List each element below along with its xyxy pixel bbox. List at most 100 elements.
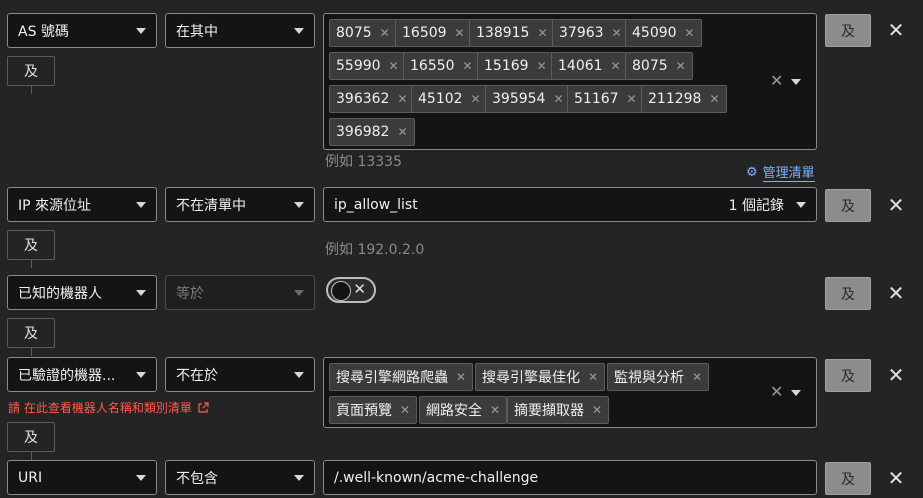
- connector-line: [31, 452, 32, 460]
- operator-select-label: 不在清單中: [176, 197, 246, 214]
- operator-select-verified-bots[interactable]: 不在於: [165, 357, 315, 392]
- tag-label: 51167: [574, 91, 619, 107]
- tag-chip: 138915 ✕: [469, 19, 555, 47]
- ip-list-count: 1 個記錄: [728, 197, 784, 214]
- close-icon[interactable]: ✕: [692, 370, 702, 384]
- close-icon[interactable]: ✕: [884, 363, 908, 387]
- tag-label: 396982: [336, 124, 390, 140]
- uri-value-input[interactable]: /.well-known/acme-challenge: [323, 460, 817, 495]
- close-icon[interactable]: ✕: [463, 59, 473, 73]
- tag-chip: 396982 ✕: [329, 118, 415, 146]
- operator-select-uri[interactable]: 不包含: [165, 460, 315, 495]
- known-bots-toggle[interactable]: ✕: [326, 277, 376, 303]
- manage-list-label: 管理清單: [762, 162, 815, 182]
- close-icon[interactable]: ✕: [490, 403, 500, 417]
- close-icon[interactable]: ✕: [389, 59, 399, 73]
- close-icon[interactable]: ✕: [884, 466, 908, 490]
- tag-chip: 8075 ✕: [329, 19, 397, 47]
- tag-chip: 37963 ✕: [552, 19, 629, 47]
- tag-label: 頁面預覽: [336, 403, 392, 419]
- tag-label: 14061: [558, 58, 603, 74]
- and-button[interactable]: 及: [825, 189, 871, 222]
- close-icon[interactable]: ✕: [553, 92, 563, 106]
- ip-list-select[interactable]: ip_allow_list 1 個記錄: [323, 187, 817, 222]
- close-icon[interactable]: ✕: [685, 26, 695, 40]
- tag-label: 監視與分析: [614, 370, 684, 386]
- verified-bots-tag-input[interactable]: 搜尋引擎網路爬蟲 ✕ 搜尋引擎最佳化 ✕ 監視與分析 ✕ 頁面預覽 ✕ 網路安全 ✕ 摘要…: [323, 357, 817, 428]
- tag-label: 15169: [484, 58, 529, 74]
- asn-hint: 例如 13335: [325, 154, 402, 170]
- tag-chip: 16550 ✕: [403, 52, 480, 80]
- field-select-ip-source[interactable]: IP 來源位址: [7, 187, 157, 222]
- connector-line: [31, 86, 32, 94]
- field-select-uri[interactable]: URI: [7, 460, 157, 495]
- close-icon[interactable]: ✕: [397, 92, 407, 106]
- and-connector: 及: [7, 422, 55, 452]
- operator-select-label: 不包含: [176, 470, 218, 487]
- close-icon[interactable]: ✕: [884, 193, 908, 217]
- and-connector: 及: [7, 318, 55, 348]
- chevron-down-icon: [136, 27, 146, 34]
- close-icon[interactable]: ✕: [709, 92, 719, 106]
- tag-chip: 8075 ✕: [625, 52, 693, 80]
- clear-icon[interactable]: ✕: [770, 382, 783, 401]
- tag-label: 396362: [336, 91, 390, 107]
- close-icon[interactable]: ✕: [397, 125, 407, 139]
- chevron-down-icon[interactable]: [791, 79, 801, 85]
- tag-chip: 45102 ✕: [411, 85, 488, 113]
- field-select-asn[interactable]: AS 號碼: [7, 13, 157, 48]
- close-icon[interactable]: ✕: [884, 18, 908, 42]
- and-button[interactable]: 及: [825, 14, 871, 47]
- ip-list-value: ip_allow_list: [334, 196, 418, 213]
- connector-line: [31, 348, 32, 356]
- close-icon[interactable]: ✕: [592, 403, 602, 417]
- bot-list-link[interactable]: 請 在此查看機器人名稱和類別清單: [8, 399, 209, 416]
- gear-icon: ⚙: [746, 164, 758, 180]
- tag-chip: 396362 ✕: [329, 85, 415, 113]
- operator-select-ip-source[interactable]: 不在清單中: [165, 187, 315, 222]
- close-icon[interactable]: ✕: [588, 370, 598, 384]
- chevron-down-icon: [136, 289, 146, 296]
- close-icon[interactable]: ✕: [400, 403, 410, 417]
- external-link-icon: [198, 401, 209, 413]
- and-connector: 及: [7, 56, 55, 86]
- tag-label: 16509: [402, 25, 447, 41]
- and-button[interactable]: 及: [825, 462, 871, 495]
- close-icon[interactable]: ✕: [537, 59, 547, 73]
- tag-chip: 搜尋引擎最佳化 ✕: [475, 363, 606, 391]
- tag-label: 網路安全: [426, 403, 482, 419]
- close-icon[interactable]: ✕: [627, 92, 637, 106]
- tag-chip: 監視與分析 ✕: [607, 363, 710, 391]
- close-icon[interactable]: ✕: [380, 26, 390, 40]
- operator-select-known-bots: 等於: [165, 275, 315, 310]
- field-select-label: 已驗證的機器...: [18, 367, 116, 384]
- close-icon[interactable]: ✕: [611, 59, 621, 73]
- tag-chip: 摘要擷取器 ✕: [507, 396, 610, 424]
- close-icon[interactable]: ✕: [884, 281, 908, 305]
- chevron-down-icon: [136, 371, 146, 378]
- close-icon[interactable]: ✕: [471, 92, 481, 106]
- tag-chip: 45090 ✕: [625, 19, 702, 47]
- clear-icon[interactable]: ✕: [770, 71, 783, 90]
- tag-label: 211298: [648, 91, 702, 107]
- tag-label: 138915: [476, 25, 530, 41]
- operator-select-label: 等於: [176, 285, 204, 302]
- close-icon[interactable]: ✕: [676, 59, 686, 73]
- and-button[interactable]: 及: [825, 359, 871, 392]
- tag-label: 395954: [492, 91, 546, 107]
- close-icon[interactable]: ✕: [455, 26, 465, 40]
- field-select-known-bots[interactable]: 已知的機器人: [7, 275, 157, 310]
- chevron-down-icon: [294, 371, 304, 378]
- asn-tag-input[interactable]: 8075 ✕ 16509 ✕ 138915 ✕ 37963 ✕ 45090 ✕ 55990…: [323, 13, 817, 150]
- field-select-verified-bots[interactable]: 已驗證的機器...: [7, 357, 157, 392]
- close-icon[interactable]: ✕: [456, 370, 466, 384]
- chevron-down-icon[interactable]: [791, 390, 801, 396]
- close-icon[interactable]: ✕: [537, 26, 547, 40]
- and-button[interactable]: 及: [825, 277, 871, 310]
- operator-select-asn[interactable]: 在其中: [165, 13, 315, 48]
- close-icon[interactable]: ✕: [612, 26, 622, 40]
- operator-select-label: 不在於: [176, 367, 218, 384]
- field-select-label: URI: [18, 469, 43, 486]
- field-select-label: 已知的機器人: [18, 285, 102, 302]
- manage-list-link[interactable]: ⚙ 管理清單: [746, 162, 815, 182]
